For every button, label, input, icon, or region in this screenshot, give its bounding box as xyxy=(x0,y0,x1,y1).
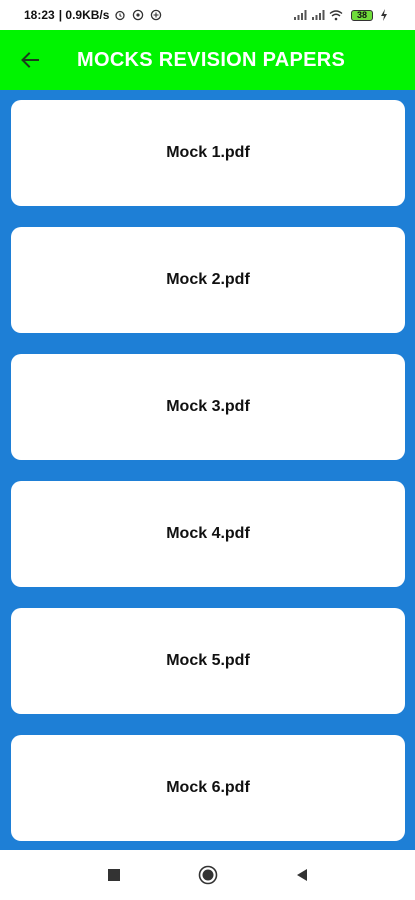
recents-icon xyxy=(107,869,120,881)
whatsapp-icon xyxy=(131,8,145,22)
app-bar: MOCKS REVISION PAPERS xyxy=(0,30,415,90)
pdf-file-list: Mock 1.pdf Mock 2.pdf Mock 3.pdf Mock 4.… xyxy=(0,90,415,850)
recents-button[interactable] xyxy=(102,863,126,887)
status-left: 18:23 | 0.9KB/s xyxy=(24,8,163,22)
signal-icon xyxy=(311,8,325,22)
pdf-item-label: Mock 3.pdf xyxy=(166,398,250,415)
wifi-icon xyxy=(329,8,343,22)
pdf-item-label: Mock 1.pdf xyxy=(166,144,250,161)
data-saver-icon xyxy=(149,8,163,22)
status-bar: 18:23 | 0.9KB/s 38 xyxy=(0,0,415,30)
page-title: MOCKS REVISION PAPERS xyxy=(77,48,346,71)
pdf-item-label: Mock 5.pdf xyxy=(166,652,250,669)
pdf-item-mock-4[interactable]: Mock 4.pdf xyxy=(11,481,405,587)
arrow-left-icon xyxy=(21,52,39,68)
signal-icon xyxy=(293,8,307,22)
pdf-item-mock-3[interactable]: Mock 3.pdf xyxy=(11,354,405,460)
back-triangle-icon xyxy=(296,869,307,881)
pdf-item-mock-6[interactable]: Mock 6.pdf xyxy=(11,735,405,841)
back-button[interactable] xyxy=(0,30,60,90)
system-nav-bar xyxy=(0,850,415,900)
pdf-item-label: Mock 4.pdf xyxy=(166,525,250,542)
battery-icon: 38 xyxy=(351,9,373,21)
pdf-item-label: Mock 6.pdf xyxy=(166,779,250,796)
charging-icon xyxy=(377,8,391,22)
system-back-button[interactable] xyxy=(290,863,314,887)
home-button[interactable] xyxy=(196,863,220,887)
status-time: 18:23 xyxy=(24,8,55,22)
home-icon xyxy=(198,865,217,885)
pdf-item-mock-2[interactable]: Mock 2.pdf xyxy=(11,227,405,333)
status-right: 38 xyxy=(293,8,391,22)
alarm-icon xyxy=(113,8,127,22)
pdf-item-mock-1[interactable]: Mock 1.pdf xyxy=(11,100,405,206)
pdf-item-mock-5[interactable]: Mock 5.pdf xyxy=(11,608,405,714)
network-speed: | 0.9KB/s xyxy=(58,8,110,22)
pdf-item-label: Mock 2.pdf xyxy=(166,271,250,288)
